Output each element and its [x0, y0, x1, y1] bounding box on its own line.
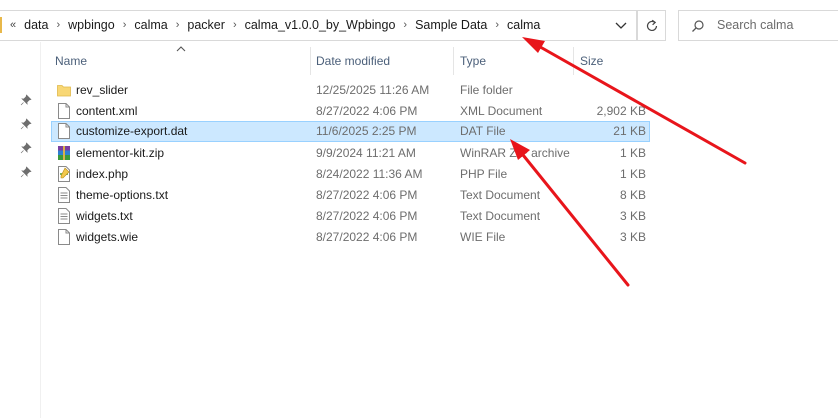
chevron-right-icon[interactable]: › — [56, 19, 60, 31]
address-bar: « data › wpbingo › calma › packer › calm… — [0, 10, 666, 41]
file-name: elementor-kit.zip — [76, 146, 165, 160]
file-type: DAT File — [460, 124, 506, 138]
document-icon — [58, 229, 70, 245]
file-date: 12/25/2025 11:26 AM — [316, 83, 430, 97]
search-input[interactable] — [717, 18, 832, 32]
search-icon — [692, 20, 704, 32]
file-row[interactable]: widgets.txt 8/27/2022 4:06 PM Text Docum… — [51, 206, 650, 227]
file-name: widgets.txt — [76, 209, 133, 223]
file-date: 8/27/2022 4:06 PM — [316, 104, 418, 118]
file-row[interactable]: rev_slider 12/25/2025 11:26 AM File fold… — [51, 80, 650, 101]
chevron-right-icon[interactable]: › — [176, 19, 180, 31]
breadcrumb-item-calma-version[interactable]: calma_v1.0.0_by_Wpbingo — [245, 18, 396, 32]
file-date: 8/24/2022 11:36 AM — [316, 167, 423, 181]
file-type: Text Document — [460, 188, 541, 202]
file-date: 8/27/2022 4:06 PM — [316, 230, 418, 244]
file-type: WinRAR ZIP archive — [460, 146, 570, 160]
chevron-down-icon — [615, 22, 627, 29]
file-date: 8/27/2022 4:06 PM — [316, 188, 418, 202]
file-type: PHP File — [460, 167, 508, 181]
column-header-size[interactable]: Size — [574, 47, 650, 75]
breadcrumb-overflow[interactable]: « — [10, 19, 16, 31]
pin-icon[interactable] — [20, 142, 32, 154]
chevron-right-icon[interactable]: › — [233, 19, 237, 31]
text-file-icon — [58, 187, 70, 203]
chevron-right-icon[interactable]: › — [123, 19, 127, 31]
refresh-icon — [646, 19, 657, 31]
column-header-name-label: Name — [55, 54, 88, 68]
file-row[interactable]: theme-options.txt 8/27/2022 4:06 PM Text… — [51, 185, 650, 206]
chevron-right-icon[interactable]: › — [495, 19, 499, 31]
refresh-button[interactable] — [637, 10, 666, 41]
file-size: 3 KB — [619, 230, 646, 244]
column-header-size-label: Size — [580, 54, 604, 68]
file-name: index.php — [76, 167, 129, 181]
file-type: Text Document — [460, 209, 541, 223]
file-size: 2,902 KB — [596, 104, 646, 118]
file-row[interactable]: index.php 8/24/2022 11:36 AM PHP File 1 … — [51, 164, 650, 185]
file-row[interactable]: widgets.wie 8/27/2022 4:06 PM WIE File 3… — [51, 227, 650, 248]
navigation-pane — [0, 42, 41, 418]
pin-icon[interactable] — [20, 118, 32, 130]
file-row[interactable]: content.xml 8/27/2022 4:06 PM XML Docume… — [51, 101, 650, 122]
breadcrumb-item-packer[interactable]: packer — [187, 18, 225, 32]
file-row-selected[interactable]: customize-export.dat 11/6/2025 2:25 PM D… — [51, 121, 650, 142]
file-date: 9/9/2024 11:21 AM — [316, 146, 416, 160]
file-row[interactable]: elementor-kit.zip 9/9/2024 11:21 AM WinR… — [51, 143, 650, 164]
breadcrumb-item-wpbingo[interactable]: wpbingo — [68, 18, 115, 32]
breadcrumb-item-data[interactable]: data — [24, 18, 48, 32]
breadcrumb: « data › wpbingo › calma › packer › calm… — [10, 18, 540, 32]
column-header-type-label: Type — [460, 54, 487, 68]
file-type: XML Document — [460, 104, 543, 118]
breadcrumb-item-sample-data[interactable]: Sample Data — [415, 18, 487, 32]
address-box[interactable]: « data › wpbingo › calma › packer › calm… — [0, 10, 637, 41]
pin-icon[interactable] — [20, 94, 32, 106]
breadcrumb-item-calma-current[interactable]: calma — [507, 18, 540, 32]
folder-icon — [57, 85, 71, 97]
file-size: 21 KB — [613, 124, 646, 138]
text-file-icon — [58, 208, 70, 224]
search-box[interactable] — [678, 10, 838, 41]
file-name: rev_slider — [76, 83, 129, 97]
document-icon — [58, 123, 70, 139]
address-history-dropdown[interactable] — [612, 19, 630, 33]
chevron-right-icon[interactable]: › — [403, 19, 407, 31]
file-name: theme-options.txt — [76, 188, 169, 202]
breadcrumb-item-calma[interactable]: calma — [134, 18, 167, 32]
file-name: customize-export.dat — [76, 124, 188, 138]
column-header-date[interactable]: Date modified — [311, 47, 453, 75]
file-name: widgets.wie — [76, 230, 139, 244]
pin-icon[interactable] — [20, 166, 32, 178]
folder-edge-icon — [0, 17, 2, 33]
file-name: content.xml — [76, 104, 138, 118]
document-icon — [58, 103, 70, 119]
file-date: 8/27/2022 4:06 PM — [316, 209, 418, 223]
file-type: File folder — [460, 83, 513, 97]
file-size: 1 KB — [619, 146, 646, 160]
file-date: 11/6/2025 2:25 PM — [316, 124, 417, 138]
column-header-name[interactable]: Name — [51, 47, 309, 75]
file-type: WIE File — [460, 230, 506, 244]
file-size: 3 KB — [619, 209, 646, 223]
winrar-archive-icon — [58, 146, 70, 160]
column-header-type[interactable]: Type — [454, 47, 573, 75]
column-header-date-label: Date modified — [316, 54, 391, 68]
php-file-icon — [58, 166, 70, 182]
file-size: 8 KB — [619, 188, 646, 202]
file-size: 1 KB — [619, 167, 646, 181]
